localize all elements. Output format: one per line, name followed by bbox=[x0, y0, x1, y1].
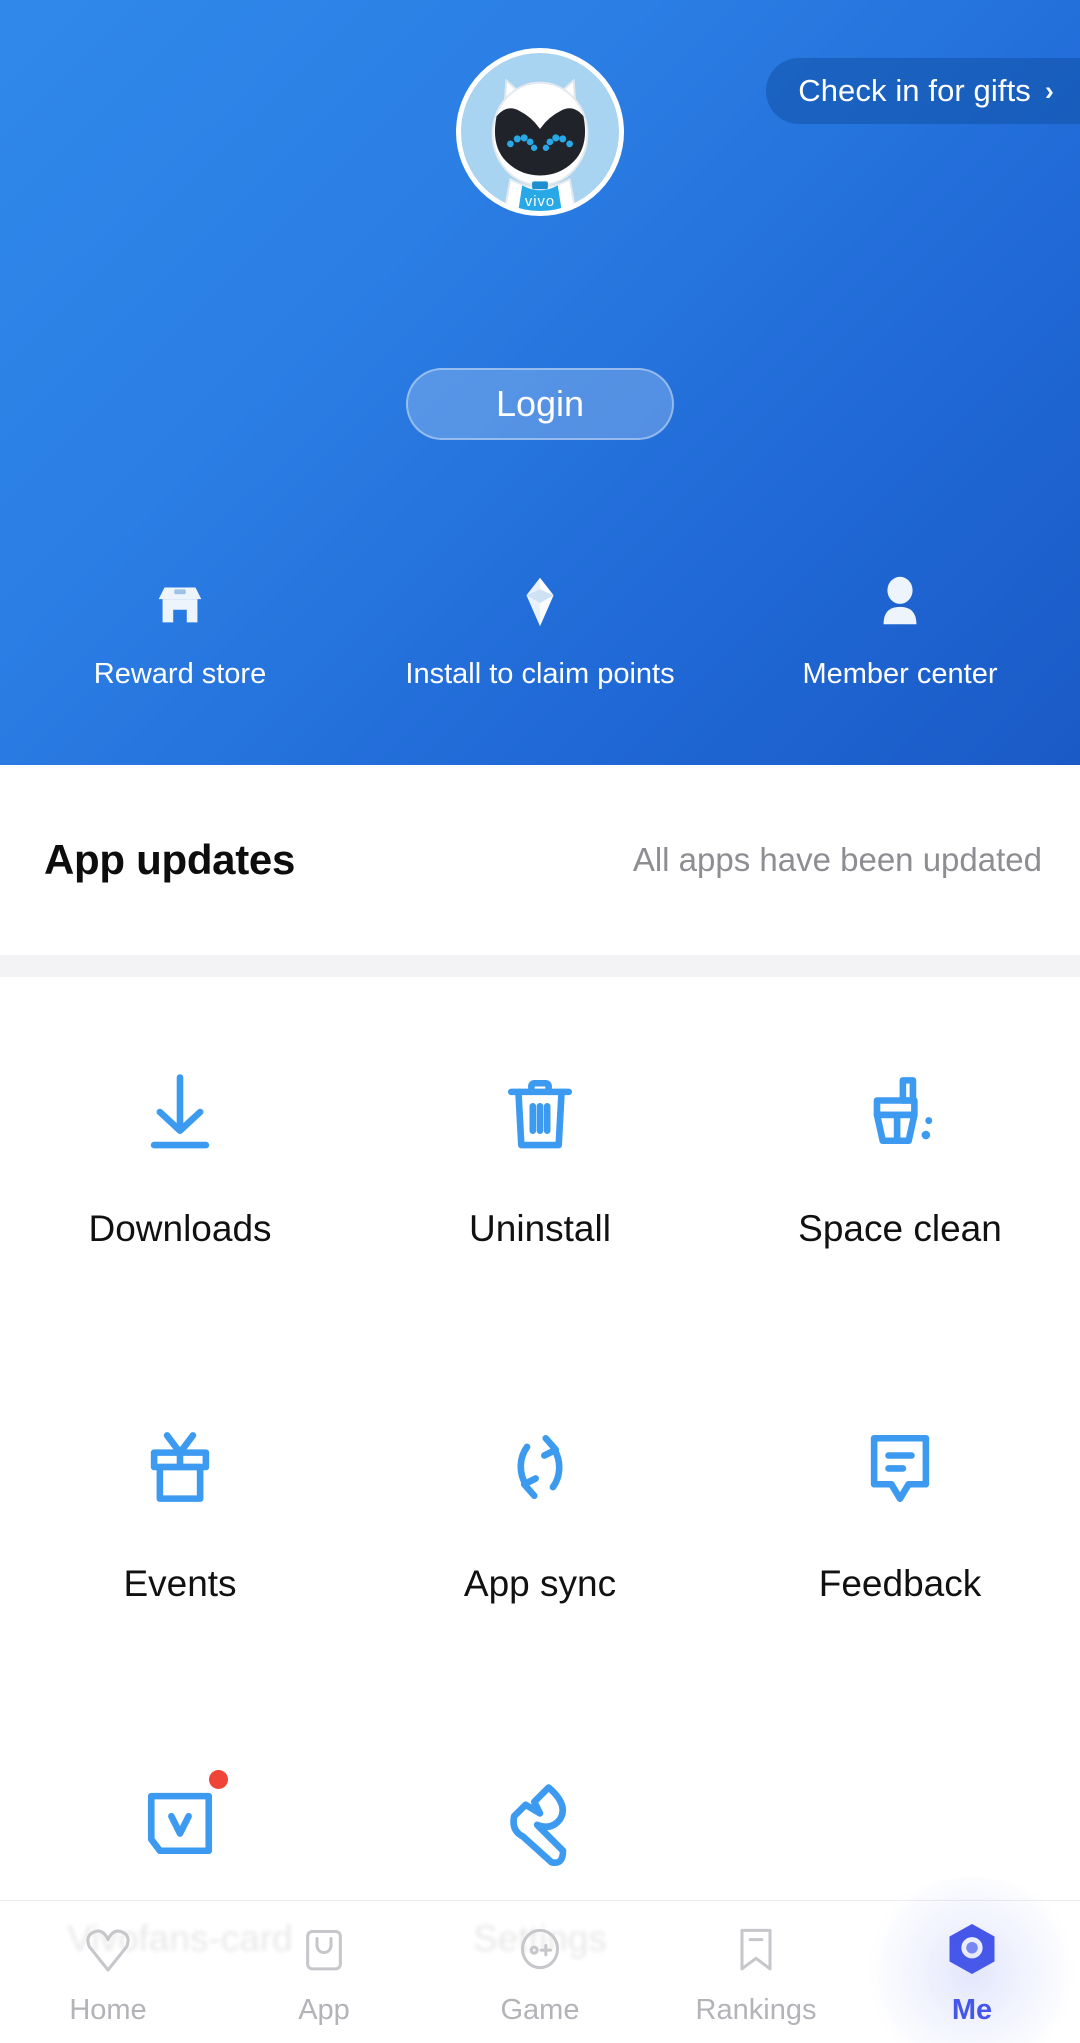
grid-item-label: Space clean bbox=[798, 1208, 1002, 1249]
login-button[interactable]: Login bbox=[406, 368, 674, 440]
nav-item-app[interactable]: App bbox=[216, 1918, 432, 2027]
login-label: Login bbox=[495, 383, 585, 424]
broom-icon bbox=[850, 1062, 950, 1162]
chevron-right-icon: › bbox=[1044, 75, 1054, 106]
check-in-label: Check in for gifts bbox=[798, 73, 1031, 108]
quick-action-member-center[interactable]: Member center bbox=[720, 560, 1080, 691]
download-icon bbox=[130, 1062, 230, 1162]
vivo-mascot-icon: vivo bbox=[491, 78, 589, 211]
gift-icon bbox=[130, 1417, 230, 1517]
svg-text:vivo: vivo bbox=[525, 194, 555, 210]
membership-card-icon bbox=[130, 1770, 230, 1872]
nav-item-label: Game bbox=[500, 1993, 580, 2026]
grid-item-label: Feedback bbox=[818, 1563, 982, 1604]
diamond-icon bbox=[501, 560, 579, 632]
nav-item-label: App bbox=[298, 1993, 350, 2026]
tools-grid-row: Downloads Uninstall Space clean bbox=[0, 1000, 1080, 1355]
grid-item-downloads[interactable]: Downloads bbox=[0, 1000, 360, 1355]
grid-item-events[interactable]: Events bbox=[0, 1355, 360, 1710]
avatar-ring: vivo bbox=[456, 48, 624, 216]
bottom-navigation-bar: Home App Game Rankings Me bbox=[0, 1900, 1080, 2043]
quick-action-label: Install to claim points bbox=[405, 658, 675, 690]
nav-item-home[interactable]: Home bbox=[0, 1918, 216, 2027]
section-divider bbox=[0, 955, 1080, 977]
quick-action-label: Member center bbox=[802, 658, 998, 690]
tools-grid-row: Events App sync Feedback bbox=[0, 1355, 1080, 1710]
app-updates-row[interactable]: App updates All apps have been updated bbox=[0, 765, 1080, 955]
speech-bubble-icon bbox=[850, 1417, 950, 1517]
heart-icon bbox=[77, 1918, 139, 1980]
grid-item-label: Downloads bbox=[88, 1208, 272, 1249]
grid-item-label: Events bbox=[123, 1563, 237, 1604]
person-icon bbox=[861, 560, 939, 632]
quick-action-reward-store[interactable]: Reward store bbox=[0, 560, 360, 691]
grid-item-uninstall[interactable]: Uninstall bbox=[360, 1000, 720, 1355]
wrench-icon bbox=[490, 1772, 590, 1872]
game-controller-face-icon bbox=[509, 1918, 571, 1980]
shopping-bag-icon bbox=[293, 1918, 355, 1980]
grid-item-label: Uninstall bbox=[469, 1208, 611, 1249]
grid-item-label: App sync bbox=[463, 1563, 617, 1604]
grid-item-feedback[interactable]: Feedback bbox=[720, 1355, 1080, 1710]
quick-actions-row: Reward store Install to claim points Mem… bbox=[0, 560, 1080, 691]
app-store-me-screen: Check in for gifts › vivo Login Reward s… bbox=[0, 0, 1080, 2043]
quick-action-install-to-claim-points[interactable]: Install to claim points bbox=[360, 560, 720, 691]
nav-item-label: Me bbox=[951, 1993, 993, 2026]
sync-icon bbox=[490, 1417, 590, 1517]
nav-item-rankings[interactable]: Rankings bbox=[648, 1918, 864, 2027]
trash-icon bbox=[490, 1062, 590, 1162]
profile-header: Check in for gifts › vivo Login Reward s… bbox=[0, 0, 1080, 765]
hexagon-profile-icon bbox=[941, 1918, 1003, 1980]
nav-item-label: Home bbox=[69, 1993, 147, 2026]
bookmark-icon bbox=[725, 1918, 787, 1980]
reward-store-icon bbox=[141, 560, 219, 632]
avatar[interactable]: vivo bbox=[456, 48, 624, 216]
quick-action-label: Reward store bbox=[93, 658, 267, 690]
notification-badge bbox=[209, 1770, 228, 1789]
check-in-for-gifts-button[interactable]: Check in for gifts › bbox=[766, 58, 1080, 124]
nav-item-me[interactable]: Me bbox=[864, 1918, 1080, 2027]
page-title: App updates bbox=[44, 836, 296, 883]
nav-item-label: Rankings bbox=[695, 1993, 817, 2026]
tools-grid: Downloads Uninstall Space clean Events A… bbox=[0, 1000, 1080, 2043]
grid-item-app-sync[interactable]: App sync bbox=[360, 1355, 720, 1710]
update-status-text: All apps have been updated bbox=[632, 841, 1042, 878]
grid-item-space-clean[interactable]: Space clean bbox=[720, 1000, 1080, 1355]
nav-item-game[interactable]: Game bbox=[432, 1918, 648, 2027]
